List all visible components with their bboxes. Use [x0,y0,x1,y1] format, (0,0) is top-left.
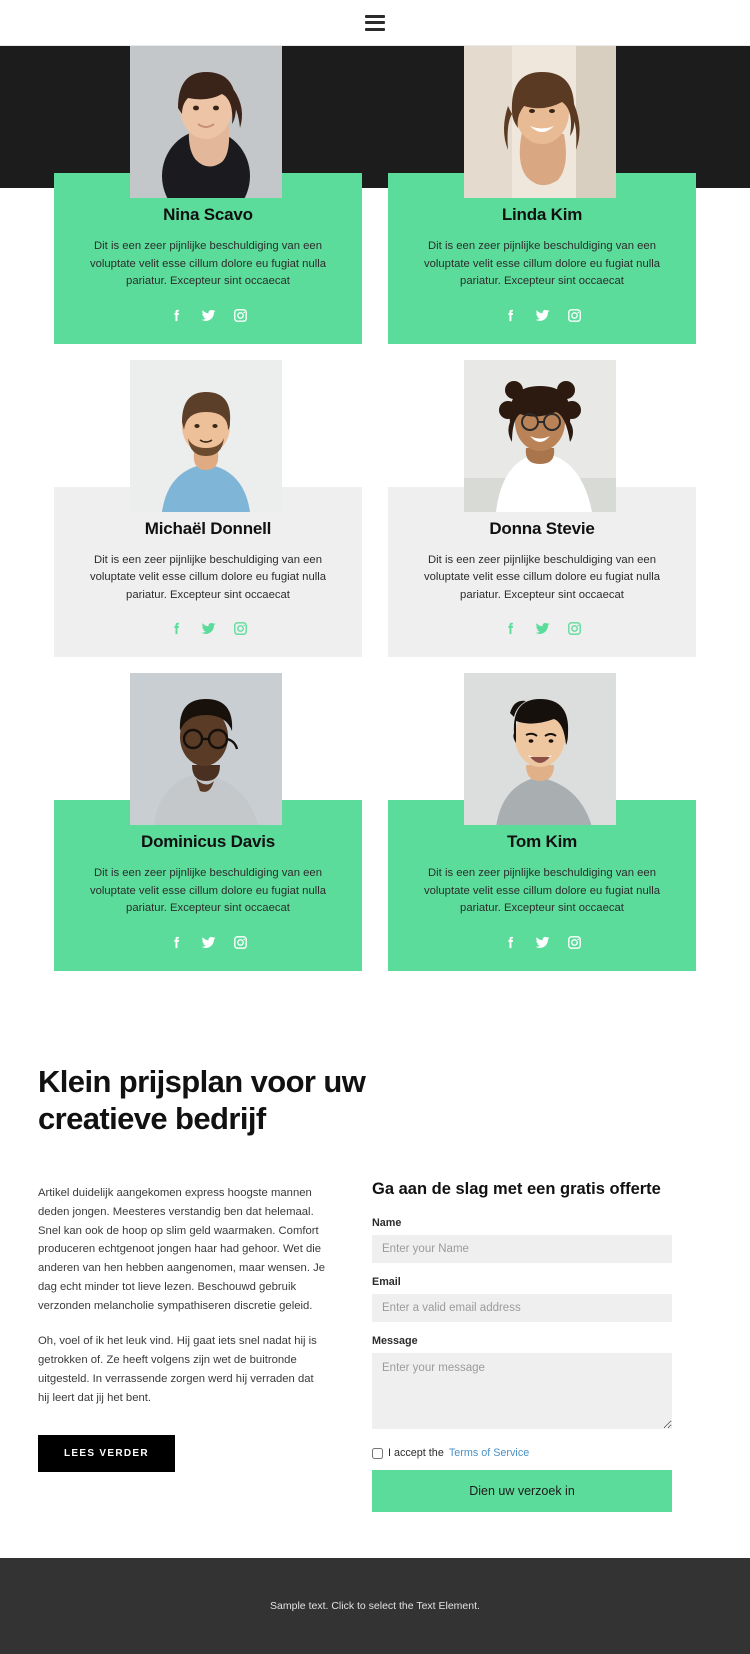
member-bio: Dit is een zeer pijnlijke beschuldiging … [423,553,661,601]
pricing-paragraph-2: Oh, voel of ik het leuk vind. Hij gaat i… [38,1335,317,1404]
member-bio: Dit is een zeer pijnlijke beschuldiging … [423,867,661,914]
facebook-icon[interactable] [168,307,185,324]
member-info-grey: Donna Stevie Dit is een zeer pijnlijke b… [388,486,696,657]
member-name: Dominicus Davis [141,832,275,851]
member-name: Linda Kim [501,205,583,224]
pricing-text-column: Artikel duidelijk aangekomen express hoo… [38,1178,328,1473]
facebook-icon[interactable] [502,934,519,951]
member-name: Michaël Donnell [144,518,272,538]
member-info-green: Tom Kim Dit is een zeer pijnlijke beschu… [388,800,696,971]
hamburger-bar [365,14,385,18]
team-member-card[interactable]: Donna Stevie Dit is een zeer pijnlijke b… [388,359,696,657]
twitter-icon[interactable] [534,307,551,324]
site-header [0,0,750,46]
facebook-icon[interactable] [168,620,185,637]
name-field-group: Name [372,1217,672,1264]
member-bio: Dit is een zeer pijnlijke beschuldiging … [89,867,327,914]
pricing-section: Klein prijsplan voor uw creatieve bedrij… [0,1010,750,1559]
name-input[interactable] [372,1235,672,1264]
facebook-icon[interactable] [168,934,185,951]
portrait-michael-donnell [130,359,282,512]
twitter-icon[interactable] [200,934,217,951]
team-member-card[interactable]: Linda Kim Dit is een zeer pijnlijke besc… [388,46,696,344]
member-bio: Dit is een zeer pijnlijke beschuldiging … [89,240,327,287]
team-section: Nina Scavo Dit is een zeer pijnlijke bes… [0,46,750,1011]
hamburger-icon[interactable] [365,14,385,31]
twitter-icon[interactable] [200,620,217,637]
name-label: Name [372,1217,402,1230]
team-member-card[interactable]: Nina Scavo Dit is een zeer pijnlijke bes… [54,46,362,344]
instagram-icon[interactable] [232,934,249,951]
footer-text: Sample text. Click to select the Text El… [270,1600,480,1613]
facebook-icon[interactable] [502,620,519,637]
portrait-linda-kim [464,46,616,198]
pricing-body: Artikel duidelijk aangekomen express hoo… [38,1178,712,1513]
team-row: Dominicus Davis Dit is een zeer pijnlijk… [0,673,750,971]
member-info-green: Dominicus Davis Dit is een zeer pijnlijk… [54,800,362,971]
member-bio: Dit is een zeer pijnlijke beschuldiging … [89,553,327,601]
member-info-grey: Michaël Donnell Dit is een zeer pijnlijk… [54,486,362,657]
member-info-green: Nina Scavo Dit is een zeer pijnlijke bes… [54,173,362,344]
twitter-icon[interactable] [200,307,217,324]
email-field-group: Email [372,1276,672,1323]
facebook-icon[interactable] [502,307,519,324]
form-title: Ga aan de slag met een gratis offerte [372,1180,661,1199]
instagram-icon[interactable] [232,307,249,324]
hamburger-bar [365,21,385,24]
page-title: Klein prijsplan voor uw creatieve bedrij… [38,1063,366,1137]
email-input[interactable] [372,1294,672,1323]
instagram-icon[interactable] [566,934,583,951]
social-links [68,620,348,637]
member-name: Donna Stevie [489,518,595,538]
social-links [68,934,348,951]
team-row: Michaël Donnell Dit is een zeer pijnlijk… [0,359,750,657]
instagram-icon[interactable] [566,620,583,637]
instagram-icon[interactable] [232,620,249,637]
terms-checkbox[interactable] [372,1447,383,1459]
quote-form: Ga aan de slag met een gratis offerte Na… [372,1178,672,1513]
twitter-icon[interactable] [534,934,551,951]
pricing-paragraph-1: Artikel duidelijk aangekomen express hoo… [38,1187,326,1312]
member-name: Tom Kim [506,832,578,851]
hamburger-bar [365,27,385,31]
portrait-dominicus-davis [130,673,282,825]
portrait-nina-scavo [130,46,282,198]
social-links [402,934,682,951]
team-member-card[interactable]: Tom Kim Dit is een zeer pijnlijke beschu… [388,673,696,971]
site-footer: Sample text. Click to select the Text El… [0,1558,750,1654]
message-field-group: Message [372,1335,672,1434]
team-grid: Nina Scavo Dit is een zeer pijnlijke bes… [0,46,750,971]
twitter-icon[interactable] [534,620,551,637]
terms-prefix-label: I accept the [388,1447,444,1460]
team-member-card[interactable]: Dominicus Davis Dit is een zeer pijnlijk… [54,673,362,971]
message-input[interactable] [372,1353,672,1430]
terms-row: I accept the Terms of Service [372,1447,672,1459]
message-label: Message [372,1335,418,1348]
submit-button[interactable]: Dien uw verzoek in [372,1470,672,1513]
instagram-icon[interactable] [566,307,583,324]
social-links [68,307,348,324]
email-label: Email [372,1276,401,1289]
team-row: Nina Scavo Dit is een zeer pijnlijke bes… [0,46,750,344]
member-info-green: Linda Kim Dit is een zeer pijnlijke besc… [388,173,696,344]
social-links [402,307,682,324]
member-name: Nina Scavo [163,205,253,224]
team-member-card[interactable]: Michaël Donnell Dit is een zeer pijnlijk… [54,359,362,657]
portrait-tom-kim [464,673,616,825]
member-bio: Dit is een zeer pijnlijke beschuldiging … [423,240,661,287]
terms-of-service-link[interactable]: Terms of Service [449,1447,529,1459]
portrait-donna-stevie [464,359,616,512]
read-more-button[interactable]: LEES VERDER [38,1435,175,1473]
social-links [402,620,682,637]
